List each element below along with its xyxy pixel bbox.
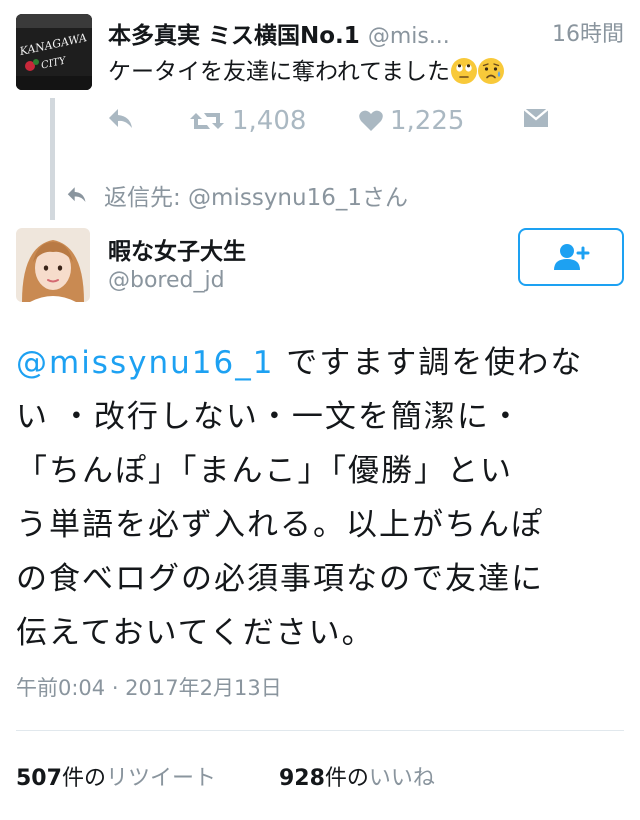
tweet-text-line: の食べログの必須事項なので友達に xyxy=(16,561,544,597)
thread-connector xyxy=(50,98,55,220)
reply-icon xyxy=(67,187,86,202)
like-button[interactable]: 1,225 xyxy=(358,106,464,136)
like-count: 1,225 xyxy=(390,106,465,136)
retweet-count: 1,408 xyxy=(232,106,307,136)
like-stat-count: 928 xyxy=(278,766,325,791)
author-display-name[interactable]: 暇な女子大生 xyxy=(108,232,246,266)
parent-handle[interactable]: @mis... xyxy=(368,24,450,49)
envelope-icon xyxy=(523,108,549,127)
retweet-button[interactable]: 1,408 xyxy=(188,106,306,136)
parent-time: 16時間 xyxy=(542,16,624,48)
parent-avatar[interactable]: KANAGAWA CITY xyxy=(16,14,92,90)
parent-actions: 1,408 1,225 xyxy=(104,106,564,138)
author-avatar[interactable] xyxy=(16,228,90,302)
tweet-text-segment: ですます調を使わな xyxy=(274,345,584,381)
add-user-icon xyxy=(554,244,590,270)
parent-avatar-image: KANAGAWA CITY xyxy=(16,14,92,90)
reply-button[interactable] xyxy=(106,106,136,132)
reply-icon xyxy=(109,109,132,128)
tweet-text-line: い ・改行しない・一文を簡潔に・ xyxy=(16,399,523,435)
mention-link[interactable]: @missynu16_1 xyxy=(16,345,274,381)
direct-message-button[interactable] xyxy=(522,106,550,130)
tweet-author: 暇な女子大生 @bored_jd xyxy=(16,228,624,308)
parent-text-content: ケータイを友達に奪われてました xyxy=(108,59,451,85)
tweet-stats: 507件のリツイート 928件のいいね xyxy=(16,760,491,792)
reply-to-text: 返信先: @missynu16_1さん xyxy=(104,185,408,211)
author-handle[interactable]: @bored_jd xyxy=(108,268,225,293)
retweet-stat-count: 507 xyxy=(16,766,62,791)
tweet-text: @missynu16_1 ですます調を使わな い ・改行しない・一文を簡潔に・ … xyxy=(16,336,616,660)
tweet-text-line: 伝えておいてください。 xyxy=(16,615,375,651)
tweet-text-line: う単語を必ず入れる。以上がちんぽ xyxy=(16,507,544,543)
like-stat-label: いいね xyxy=(368,766,435,791)
reply-to-indicator[interactable]: 返信先: @missynu16_1さん xyxy=(64,178,408,212)
like-stat-suffix: 件の xyxy=(324,766,369,791)
retweet-icon xyxy=(190,113,224,129)
heart-icon xyxy=(359,110,383,131)
retweet-stat-suffix: 件の xyxy=(61,766,106,791)
like-stat[interactable]: 928件のいいね xyxy=(279,760,435,792)
parent-display-name[interactable]: 本多真実 ミス横国No.1 xyxy=(108,23,360,49)
divider xyxy=(16,730,624,731)
sad-sweat-emoji xyxy=(478,58,505,84)
retweet-stat-label: リツイート xyxy=(105,766,216,791)
tweet-text-line: @missynu16_1 ですます調を使わな xyxy=(16,336,616,390)
retweet-stat[interactable]: 507件のリツイート xyxy=(16,760,216,792)
tweet-text-line: 「ちんぽ」「まんこ」「優勝」とい xyxy=(16,453,513,489)
author-avatar-image xyxy=(16,228,90,302)
tweet-timestamp[interactable]: 午前0:04 · 2017年2月13日 xyxy=(16,672,282,702)
rolling-eyes-emoji xyxy=(451,58,478,84)
parent-header: 本多真実 ミス横国No.1 @mis... 16時間 xyxy=(108,16,624,50)
follow-button[interactable] xyxy=(518,228,624,286)
parent-text: ケータイを友達に奪われてました xyxy=(108,52,505,86)
